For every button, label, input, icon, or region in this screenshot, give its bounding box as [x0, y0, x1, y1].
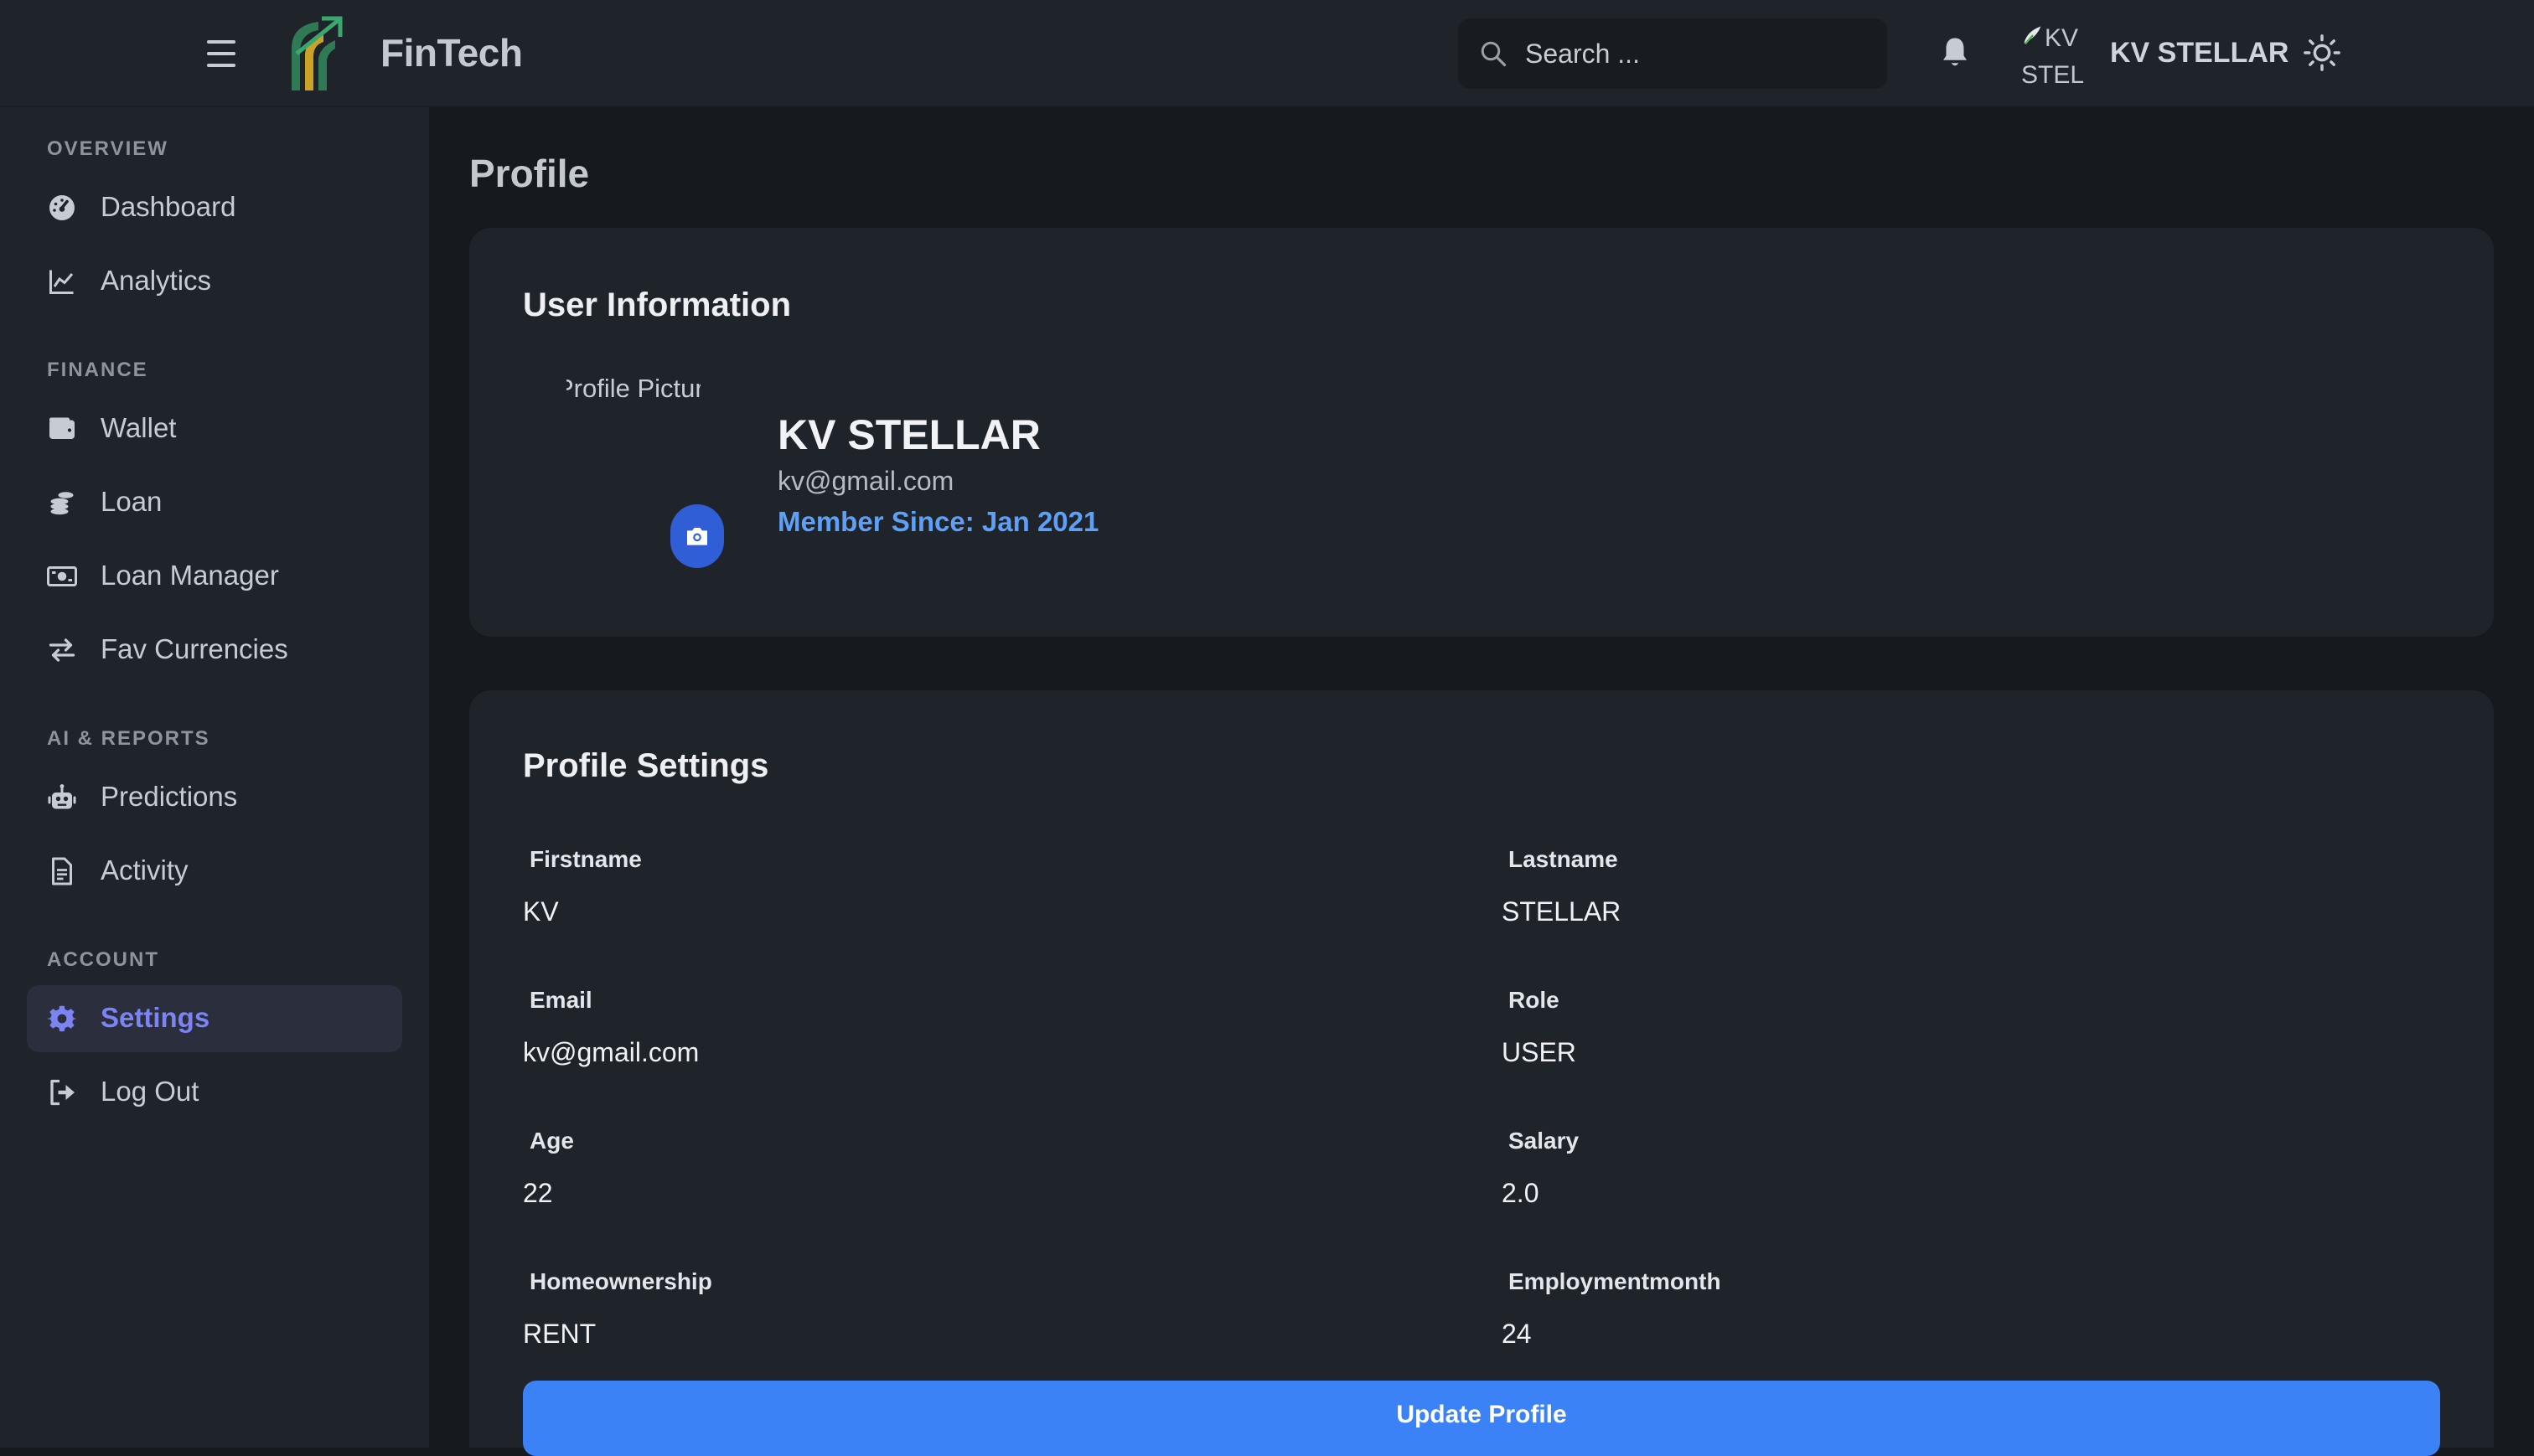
hamburger-icon[interactable] [204, 37, 238, 70]
sidebar-item-fav-currencies[interactable]: Fav Currencies [27, 617, 402, 684]
email-field[interactable]: kv@gmail.com [523, 1037, 699, 1068]
age-label: Age [530, 1128, 574, 1154]
header-avatar[interactable]: KV STEL [2021, 20, 2085, 85]
email-label: Email [530, 987, 592, 1013]
sidebar-item-wallet[interactable]: Wallet [27, 395, 402, 462]
sidebar-item-label: Predictions [101, 781, 238, 812]
wallet-icon [49, 417, 75, 439]
sidebar-section-title: ACCOUNT [47, 948, 159, 971]
sidebar-item-label: Log Out [101, 1076, 199, 1107]
sidebar: OVERVIEW Dashboard Analytics FINANCE Wal… [0, 107, 429, 1448]
sidebar-item-label: Loan Manager [101, 560, 279, 591]
file-icon [52, 857, 72, 885]
member-since: Member Since: Jan 2021 [778, 506, 1099, 537]
sidebar-section-title: AI & REPORTS [47, 727, 210, 750]
sidebar-item-predictions[interactable]: Predictions [27, 764, 402, 831]
money-bill-icon [47, 566, 77, 586]
coins-icon [50, 492, 74, 515]
salary-field[interactable]: 2.0 [1502, 1178, 1538, 1209]
sidebar-item-loan[interactable]: Loan [27, 469, 402, 536]
sidebar-section-title: OVERVIEW [47, 137, 168, 160]
employmentmonth-label: Employmentmonth [1508, 1268, 1721, 1294]
logout-icon [50, 1079, 75, 1106]
sidebar-section-title: FINANCE [47, 359, 148, 381]
firstname-label: Firstname [530, 846, 642, 872]
page-title: Profile [469, 152, 590, 195]
role-field[interactable]: USER [1502, 1037, 1576, 1068]
broken-image-icon [2024, 26, 2041, 45]
sidebar-item-label: Settings [101, 1002, 210, 1033]
robot-icon [48, 784, 76, 809]
gear-icon [47, 1005, 77, 1032]
camera-icon [687, 528, 707, 545]
sidebar-item-label: Fav Currencies [101, 633, 288, 664]
sidebar-item-dashboard[interactable]: Dashboard [27, 174, 402, 241]
search-input[interactable] [1525, 30, 1860, 77]
homeownership-field[interactable]: RENT [523, 1319, 596, 1350]
sidebar-item-label: Activity [101, 854, 189, 885]
app-logo[interactable] [285, 15, 345, 94]
sidebar-item-settings[interactable]: Settings [27, 985, 402, 1052]
sidebar-item-activity[interactable]: Activity [27, 838, 402, 905]
top-header: FinTech KV STEL KV STELLAR [0, 0, 2534, 107]
app-name[interactable]: FinTech [380, 30, 523, 75]
card-title: Profile Settings [523, 747, 769, 784]
age-field[interactable]: 22 [523, 1178, 553, 1209]
firstname-field[interactable]: KV [523, 896, 559, 927]
update-profile-button[interactable]: Update Profile [523, 1381, 2440, 1456]
lastname-field[interactable]: STELLAR [1502, 896, 1621, 927]
sidebar-item-label: Dashboard [101, 191, 236, 222]
employmentmonth-field[interactable]: 24 [1502, 1319, 1532, 1350]
chart-line-icon [49, 270, 74, 294]
dashboard-icon [49, 195, 75, 220]
profile-picture-alt: Profile Picture [566, 374, 701, 403]
profile-settings-card: Profile Settings [469, 690, 2494, 1448]
sidebar-item-loan-manager[interactable]: Loan Manager [27, 543, 402, 610]
user-fullname: KV STELLAR [778, 411, 1041, 458]
search-bar[interactable] [1458, 18, 1887, 89]
lastname-label: Lastname [1508, 846, 1618, 872]
salary-label: Salary [1508, 1128, 1580, 1154]
sidebar-item-analytics[interactable]: Analytics [27, 248, 402, 315]
profile-picture: Profile Picture [566, 374, 701, 407]
header-username[interactable]: KV STELLAR [2110, 37, 2288, 70]
exchange-icon [49, 638, 75, 662]
role-label: Role [1508, 987, 1559, 1013]
homeownership-label: Homeownership [530, 1268, 712, 1294]
card-title: User Information [523, 287, 792, 323]
sidebar-item-label: Loan [101, 486, 163, 517]
user-email: kv@gmail.com [778, 466, 954, 496]
sidebar-item-logout[interactable]: Log Out [27, 1059, 402, 1126]
user-information-card: User Information [469, 228, 2494, 637]
sidebar-item-label: Analytics [101, 265, 212, 296]
search-icon [1481, 41, 1507, 67]
sidebar-item-label: Wallet [101, 412, 177, 443]
change-photo-button[interactable] [670, 504, 724, 568]
bell-icon[interactable] [1937, 35, 1973, 70]
sun-icon[interactable] [2303, 34, 2341, 72]
